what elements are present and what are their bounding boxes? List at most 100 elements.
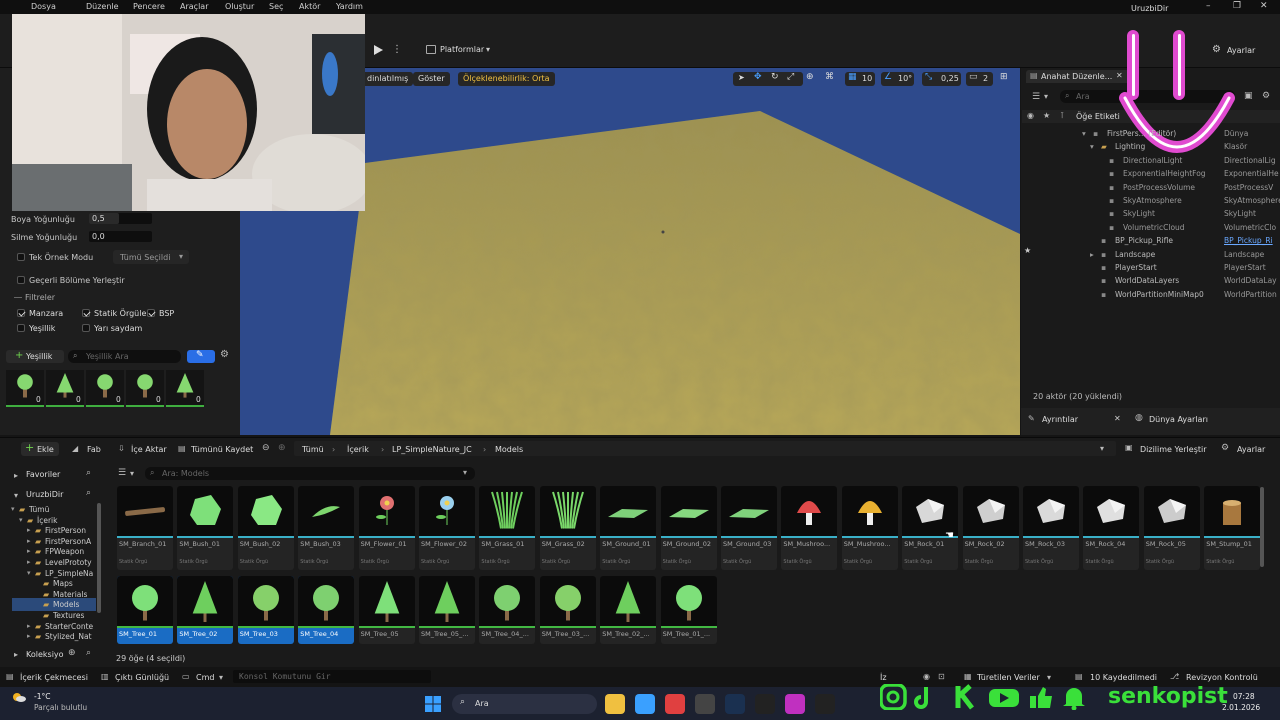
search-icon[interactable]: ⌕ (86, 488, 91, 498)
asset-tile[interactable]: SM_Tree_04 (298, 576, 355, 644)
back-icon[interactable]: ⊖ (262, 443, 270, 453)
expand-arrow-icon[interactable]: ▾ (1082, 127, 1086, 140)
asset-tile[interactable]: SM_Mushroo... Statik Örgü (841, 486, 898, 570)
derived-data-button[interactable]: Türetilen Veriler (977, 673, 1040, 682)
viewport-lit-mode[interactable]: dinlatılmış (362, 72, 414, 86)
gear-icon[interactable]: ⚙ (220, 349, 229, 360)
asset-tile[interactable]: SM_Flower_02 Statik Örgü (419, 486, 475, 570)
platforms-button[interactable]: Platformlar (440, 45, 484, 54)
filter-checkbox[interactable] (147, 309, 155, 317)
menu-item[interactable]: Oluştur (225, 2, 254, 11)
project-header[interactable]: UruzbiDir (26, 490, 63, 499)
world-space-icon[interactable]: ⊕ (806, 72, 814, 82)
expand-arrow-icon[interactable]: ▾ (14, 491, 18, 500)
asset-tile[interactable]: SM_Rock_04 Statik Örgü (1083, 486, 1140, 570)
asset-tile[interactable]: SM_Ground_03 Statik Örgü (721, 486, 777, 570)
surface-snap-icon[interactable]: ⌘ (825, 72, 834, 82)
favorites-header[interactable]: Favoriler (26, 470, 60, 479)
filter-checkbox[interactable] (17, 324, 25, 332)
collections-header[interactable]: Koleksiyo (26, 650, 64, 659)
asset-tile[interactable]: SM_Tree_05_... (419, 576, 475, 644)
expand-arrow-icon[interactable]: ▾ (1090, 140, 1094, 153)
asset-tile[interactable]: SM_Tree_05 (358, 576, 415, 644)
asset-tile[interactable]: SM_Tree_01_... (660, 576, 717, 644)
unsaved-button[interactable]: 10 Kaydedilmedi (1090, 673, 1157, 682)
outliner-row[interactable]: ▪ SkyLight SkyLight (1022, 207, 1280, 220)
collapse-arrow-icon[interactable]: ▸ (14, 650, 18, 659)
single-instance-dropdown[interactable]: Tümü Seçildi ▾ (113, 250, 189, 264)
viewport-show-menu[interactable]: Göster (413, 72, 450, 86)
add-button[interactable]: + Ekle (21, 441, 59, 456)
breadcrumb-item[interactable]: Models (495, 445, 523, 454)
menu-item[interactable]: Yardım (336, 2, 363, 11)
console-input[interactable]: Konsol Komutunu Gir (233, 670, 431, 683)
outliner-row[interactable]: ▪ WorldPartitionMiniMap0 WorldPartition (1022, 288, 1280, 301)
asset-tile[interactable]: SM_Ground_02 Statik Örgü (660, 486, 717, 570)
filter-icon[interactable]: ☰ (118, 468, 126, 478)
rotation-snap-toggle[interactable]: ∠ 10° (881, 72, 914, 86)
cb-settings-button[interactable]: Ayarlar (1237, 445, 1265, 454)
dock-button[interactable]: Dizilime Yerleştir (1140, 445, 1207, 454)
asset-tile[interactable]: SM_Mushroo... Statik Örgü (781, 486, 838, 570)
app-icon[interactable] (785, 694, 805, 714)
asset-tile[interactable]: SM_Rock_01 Statik Örgü (902, 486, 959, 570)
filter-checkbox[interactable] (82, 324, 90, 332)
filter-checkbox[interactable] (82, 309, 90, 317)
asset-tile[interactable]: SM_Rock_02 Statik Örgü (962, 486, 1019, 570)
play-icon[interactable] (370, 42, 386, 58)
asset-tile[interactable]: SM_Tree_01 (117, 576, 173, 644)
asset-tile[interactable]: SM_Tree_04_... (479, 576, 536, 644)
search-icon[interactable]: ⌕ (86, 648, 91, 658)
collapse-arrow-icon[interactable]: ▸ (14, 471, 18, 480)
rotate-icon[interactable]: ↻ (771, 72, 779, 82)
outliner-row[interactable]: ▪ BP_Pickup_Rifle BP_Pickup_Ri (1022, 234, 1280, 247)
windows-start-icon[interactable] (425, 696, 441, 712)
scale-snap-toggle[interactable]: ⤡ 0,25 (922, 72, 961, 86)
scale-icon[interactable]: ⤢ (787, 72, 794, 82)
close-icon[interactable]: ✕ (1114, 414, 1121, 423)
erase-density-field[interactable]: 0,0 (89, 231, 152, 242)
maximize-icon[interactable]: ❐ (1233, 1, 1241, 11)
chevron-down-icon[interactable]: ▾ (1044, 92, 1048, 101)
breadcrumb-item[interactable]: LP_SimpleNature_JC (392, 445, 472, 454)
fab-button[interactable]: Fab (87, 445, 101, 454)
menu-item[interactable]: Pencere (133, 2, 165, 11)
chrome-icon[interactable] (665, 694, 685, 714)
breadcrumb-item[interactable]: İçerik (347, 445, 369, 454)
trace-button[interactable]: İz (880, 673, 887, 682)
taskbar-search[interactable]: ⌕ Ara (452, 694, 597, 714)
outliner-row[interactable]: ▪ DirectionalLight DirectionalLig (1022, 154, 1280, 167)
new-folder-icon[interactable]: ▣ (1244, 91, 1253, 101)
asset-tile[interactable]: SM_Flower_01 Statik Örgü (358, 486, 415, 570)
asset-tile[interactable]: SM_Rock_03 Statik Örgü (1023, 486, 1079, 570)
item-label-column[interactable]: Öğe Etiketi (1076, 112, 1120, 121)
unreal-icon[interactable] (815, 694, 835, 714)
paint-density-field[interactable]: 0,5 (89, 213, 152, 224)
filter-icon[interactable]: ☰ (1032, 92, 1040, 102)
grid-snap-toggle[interactable]: ▦ 10 (845, 72, 875, 86)
tab-details[interactable]: Ayrıntılar (1042, 415, 1078, 424)
forward-icon[interactable]: ⊕ (278, 443, 286, 453)
add-foliage-button[interactable]: + Yeşillik (6, 350, 64, 363)
screenshot-icon[interactable]: ⊡ (938, 672, 945, 681)
tab-world-settings[interactable]: Dünya Ayarları (1149, 415, 1208, 424)
import-button[interactable]: İçe Aktar (131, 445, 167, 454)
asset-tile[interactable]: SM_Grass_02 Statik Örgü (539, 486, 596, 570)
epic-icon[interactable] (755, 694, 775, 714)
asset-scrollbar[interactable] (1260, 487, 1264, 567)
outliner-item-type[interactable]: BP_Pickup_Ri (1224, 234, 1273, 247)
place-in-level-checkbox[interactable] (17, 276, 25, 284)
revision-control-button[interactable]: Revizyon Kontrolü (1186, 673, 1258, 682)
store-icon[interactable] (635, 694, 655, 714)
filter-checkbox[interactable] (17, 309, 25, 317)
asset-tile[interactable]: SM_Bush_02 Statik Örgü (237, 486, 294, 570)
outliner-row[interactable]: ▾ ▪ FirstPers... (Editör) Dünya (1022, 127, 1280, 140)
asset-tile[interactable]: SM_Ground_01 Statik Örgü (600, 486, 657, 570)
add-collection-icon[interactable]: ⊕ (68, 648, 76, 658)
asset-tile[interactable]: SM_Bush_01 Statik Örgü (177, 486, 234, 570)
asset-tile[interactable]: SM_Tree_03_... (539, 576, 596, 644)
collapse-arrow-icon[interactable]: ▸ (27, 630, 31, 643)
asset-tile[interactable]: SM_Tree_02 (177, 576, 234, 644)
gear-icon[interactable]: ⚙ (1262, 91, 1270, 101)
save-all-button[interactable]: Tümünü Kaydet (191, 445, 253, 454)
